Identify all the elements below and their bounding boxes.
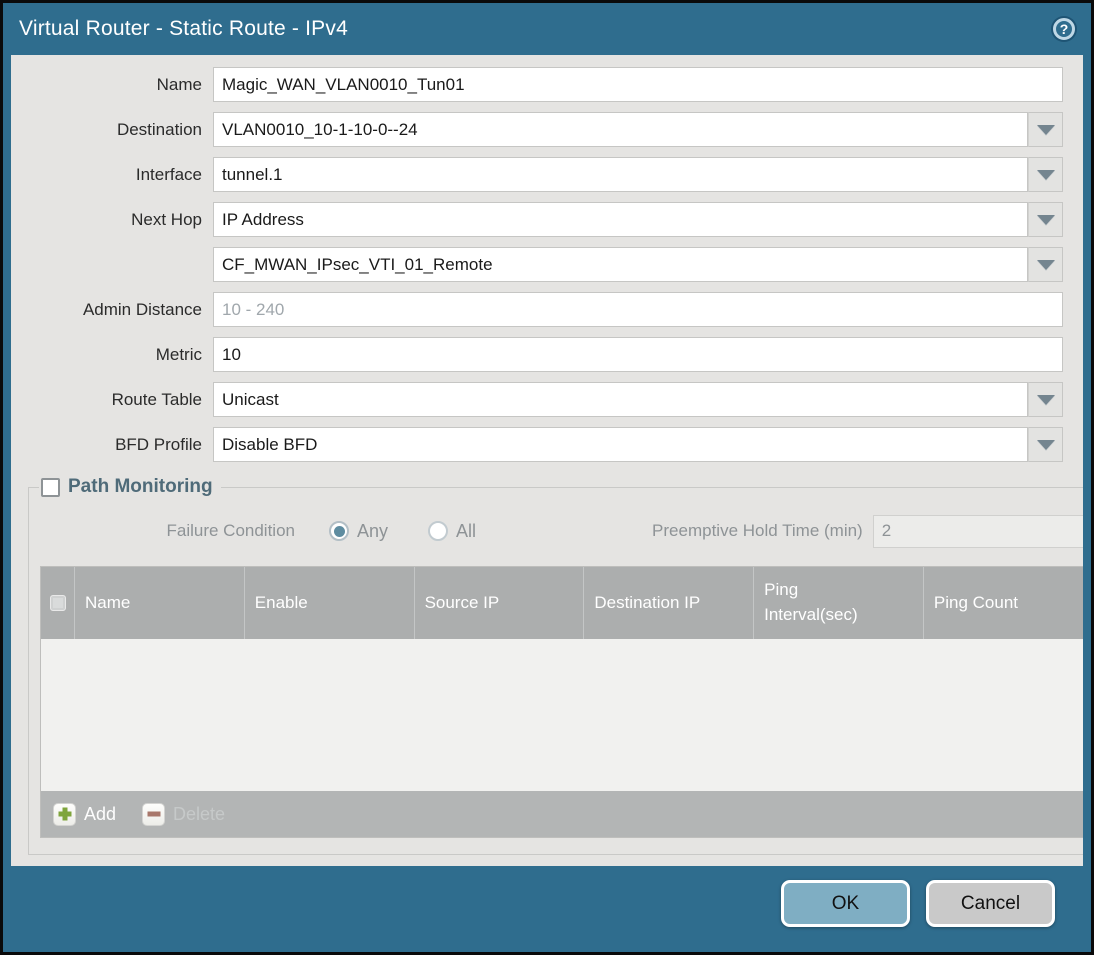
bfd-profile-row: BFD Profile xyxy=(11,427,1063,462)
name-row: Name xyxy=(11,67,1063,102)
add-button-label: Add xyxy=(84,803,117,824)
path-monitoring-legend: Path Monitoring xyxy=(39,476,221,498)
preemptive-hold-time-input[interactable] xyxy=(872,514,1083,548)
delete-button-label: Delete xyxy=(173,803,226,824)
next-hop-address-dropdown-button[interactable] xyxy=(1028,247,1063,282)
minus-icon xyxy=(142,802,166,826)
chevron-down-icon xyxy=(1036,259,1055,270)
admin-distance-input[interactable] xyxy=(213,292,1063,327)
bfd-profile-dropdown-button[interactable] xyxy=(1028,427,1063,462)
failure-condition-any-label: Any xyxy=(357,520,389,541)
chevron-down-icon xyxy=(1036,169,1055,180)
next-hop-label: Next Hop xyxy=(131,209,202,229)
bfd-profile-label: BFD Profile xyxy=(115,434,202,454)
next-hop-address-row xyxy=(11,247,1063,282)
path-monitoring-table: Name Enable Source IP Destination IP Pin… xyxy=(40,566,1083,838)
route-table-row: Route Table xyxy=(11,382,1063,417)
admin-distance-label: Admin Distance xyxy=(82,299,202,319)
chevron-down-icon xyxy=(1036,394,1055,405)
chevron-down-icon xyxy=(1036,214,1055,225)
static-route-dialog: Virtual Router - Static Route - IPv4 ? N… xyxy=(0,0,1094,955)
table-toolbar: Add Delete xyxy=(41,791,1083,837)
metric-label: Metric xyxy=(155,344,202,364)
column-header-destination-ip: Destination IP xyxy=(584,567,755,639)
table-header-row: Name Enable Source IP Destination IP Pin… xyxy=(41,567,1083,639)
path-monitoring-section: Path Monitoring Failure Condition Any Al… xyxy=(28,476,1083,855)
path-monitoring-checkbox[interactable] xyxy=(41,477,60,497)
select-all-cell xyxy=(41,567,75,639)
column-header-ping-count: Ping Count xyxy=(933,592,1019,612)
name-label: Name xyxy=(156,74,202,94)
path-monitoring-title: Path Monitoring xyxy=(68,476,213,497)
interface-row: Interface xyxy=(11,157,1063,192)
ok-button[interactable]: OK xyxy=(781,880,910,927)
destination-dropdown-button[interactable] xyxy=(1028,112,1063,147)
name-input[interactable] xyxy=(213,67,1063,102)
admin-distance-row: Admin Distance xyxy=(11,292,1063,327)
dialog-titlebar: Virtual Router - Static Route - IPv4 ? xyxy=(3,3,1091,55)
destination-row: Destination xyxy=(11,112,1063,147)
dialog-title: Virtual Router - Static Route - IPv4 xyxy=(19,17,348,40)
chevron-down-icon xyxy=(1036,124,1055,135)
failure-condition-row: Failure Condition Any All Preemptive Hol… xyxy=(39,514,1083,548)
select-all-checkbox[interactable] xyxy=(49,595,66,611)
bfd-profile-input[interactable] xyxy=(213,427,1028,462)
dialog-content: Name Destination Interface Next Hop xyxy=(11,55,1083,866)
interface-dropdown-button[interactable] xyxy=(1028,157,1063,192)
interface-input[interactable] xyxy=(213,157,1028,192)
interface-label: Interface xyxy=(135,164,202,184)
delete-button[interactable]: Delete xyxy=(142,802,226,826)
metric-row: Metric xyxy=(11,337,1063,372)
next-hop-row: Next Hop xyxy=(11,202,1063,237)
route-table-dropdown-button[interactable] xyxy=(1028,382,1063,417)
next-hop-address-input[interactable] xyxy=(213,247,1028,282)
chevron-down-icon xyxy=(1036,439,1055,450)
help-icon[interactable]: ? xyxy=(1053,18,1075,40)
plus-icon xyxy=(53,802,76,826)
next-hop-dropdown-button[interactable] xyxy=(1028,202,1063,237)
route-table-label: Route Table xyxy=(111,389,202,409)
column-header-name: Name xyxy=(75,567,245,639)
failure-condition-all-label: All xyxy=(456,520,477,541)
dialog-footer: OK Cancel xyxy=(3,866,1091,952)
destination-label: Destination xyxy=(116,119,202,139)
failure-condition-any-radio[interactable] xyxy=(329,521,349,541)
next-hop-type-input[interactable] xyxy=(213,202,1028,237)
cancel-button[interactable]: Cancel xyxy=(926,880,1055,927)
column-header-enable: Enable xyxy=(245,567,415,639)
table-body-empty xyxy=(41,639,1083,791)
preemptive-hold-time-label: Preemptive Hold Time (min) xyxy=(652,521,863,540)
metric-input[interactable] xyxy=(213,337,1063,372)
failure-condition-label: Failure Condition xyxy=(166,521,295,540)
failure-condition-all-radio[interactable] xyxy=(428,521,449,541)
column-header-source-ip: Source IP xyxy=(415,567,585,639)
destination-input[interactable] xyxy=(213,112,1028,147)
column-header-ping-interval: Ping Interval(sec) xyxy=(754,567,924,639)
add-button[interactable]: Add xyxy=(53,802,117,826)
route-table-input[interactable] xyxy=(213,382,1028,417)
